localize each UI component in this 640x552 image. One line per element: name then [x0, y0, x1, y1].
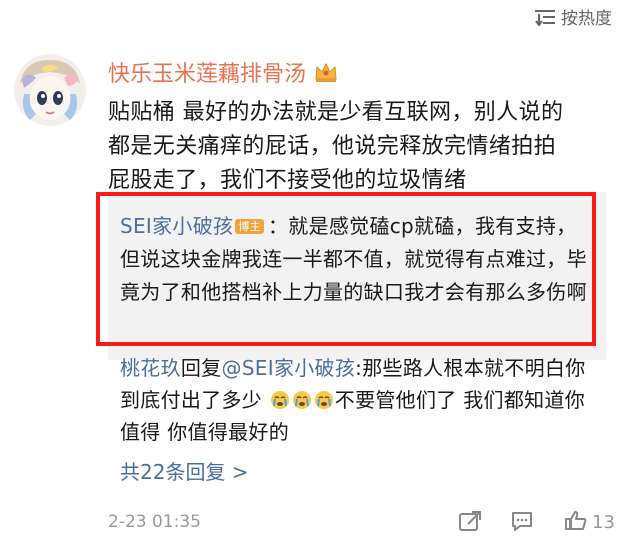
comment-timestamp: 2-23 01:35 [108, 512, 201, 532]
comment-author[interactable]: 快乐玉米莲藕排骨汤 [108, 56, 338, 88]
avatar[interactable] [14, 54, 86, 126]
red-highlight-box [96, 192, 596, 346]
sort-label: 按热度 [561, 9, 612, 29]
like-icon[interactable] [564, 510, 588, 532]
reply-item[interactable]: 桃花玖回复@SEI家小破孩:那些路人根本就不明白你到底付出了多少 不要管他们了 … [120, 352, 590, 448]
avatar-image [14, 54, 86, 126]
reply-target[interactable]: @SEI家小破孩 [222, 356, 356, 380]
reply-word: 回复 [180, 356, 222, 380]
share-icon[interactable] [458, 510, 482, 532]
crying-face-icon [314, 391, 333, 409]
crying-face-icon [270, 391, 289, 409]
sort-icon [535, 9, 555, 26]
reply-author[interactable]: 桃花玖 [120, 356, 181, 380]
sort-by-popularity-button[interactable]: 按热度 [535, 4, 612, 29]
comment-body: 贴贴桶 最好的办法就是少看互联网，别人说的都是无关痛痒的屁话，他说完释放完情绪拍… [108, 100, 564, 193]
crying-face-icon [292, 391, 311, 409]
crown-icon [315, 62, 337, 82]
comment-icon[interactable] [510, 510, 534, 532]
like-count: 13 [592, 512, 615, 533]
view-all-replies-link[interactable]: 共22条回复 > [120, 456, 249, 485]
username-text: 快乐玉米莲藕排骨汤 [108, 62, 307, 87]
